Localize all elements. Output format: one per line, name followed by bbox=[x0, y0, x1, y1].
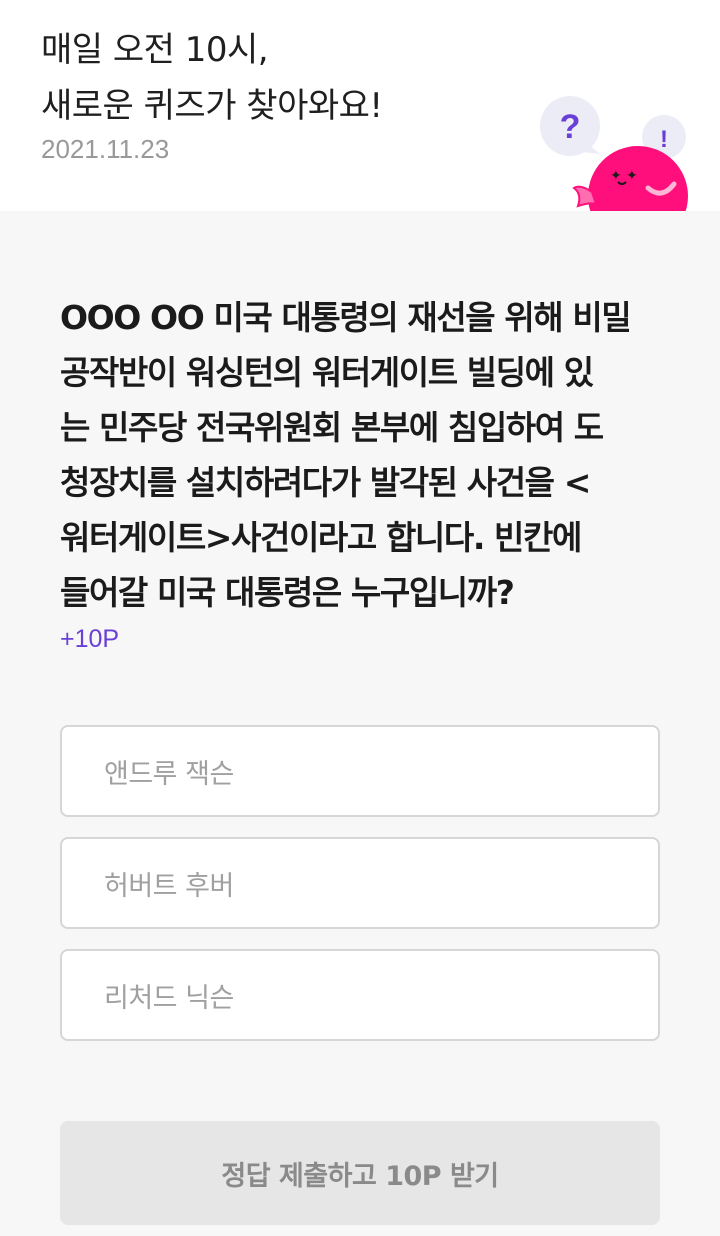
submit-answer-label: 정답 제출하고 10P 받기 bbox=[221, 1160, 499, 1192]
reward-points-label: +10P bbox=[60, 625, 120, 653]
question-mark-glyph: ? bbox=[560, 108, 581, 146]
answer-option-3[interactable]: 리처드 닉슨 bbox=[60, 949, 660, 1041]
answer-option-label: 허버트 후버 bbox=[104, 870, 234, 902]
answer-option-label: 리처드 닉슨 bbox=[104, 982, 234, 1014]
quiz-question: OOO OO 미국 대통령의 재선을 위해 비밀 공작반이 워싱턴의 워터게이트… bbox=[60, 290, 670, 620]
answer-option-2[interactable]: 허버트 후버 bbox=[60, 837, 660, 929]
quiz-mascot-illustration: ? ! ✦ ✦ bbox=[530, 92, 720, 211]
question-line: 는 민주당 전국위원회 본부에 침입하여 도 bbox=[60, 408, 604, 447]
header: 매일 오전 10시, 새로운 퀴즈가 찾아와요! 2021.11.23 ? ! … bbox=[0, 0, 720, 211]
answer-option-label: 앤드루 잭슨 bbox=[104, 758, 234, 790]
question-line: 청장치를 설치하려다가 발각된 사건을 < bbox=[60, 463, 591, 502]
svg-text:✦: ✦ bbox=[610, 168, 622, 184]
submit-answer-button[interactable]: 정답 제출하고 10P 받기 bbox=[60, 1121, 660, 1225]
quiz-date: 2021.11.23 bbox=[41, 134, 170, 164]
question-line: 들어갈 미국 대통령은 누구입니까? bbox=[60, 573, 515, 612]
title-line-1: 매일 오전 10시, bbox=[41, 30, 269, 70]
svg-text:✦: ✦ bbox=[626, 168, 638, 184]
exclamation-mark-glyph: ! bbox=[660, 126, 668, 153]
page-title: 매일 오전 10시, 새로운 퀴즈가 찾아와요! bbox=[41, 22, 383, 134]
question-line: 공작반이 워싱턴의 워터게이트 빌딩에 있 bbox=[60, 353, 594, 392]
title-line-2: 새로운 퀴즈가 찾아와요! bbox=[41, 86, 383, 126]
answer-option-1[interactable]: 앤드루 잭슨 bbox=[60, 725, 660, 817]
question-line: 워터게이트>사건이라고 합니다. 빈칸에 bbox=[60, 518, 582, 557]
question-line: OOO OO 미국 대통령의 재선을 위해 비밀 bbox=[60, 298, 632, 337]
